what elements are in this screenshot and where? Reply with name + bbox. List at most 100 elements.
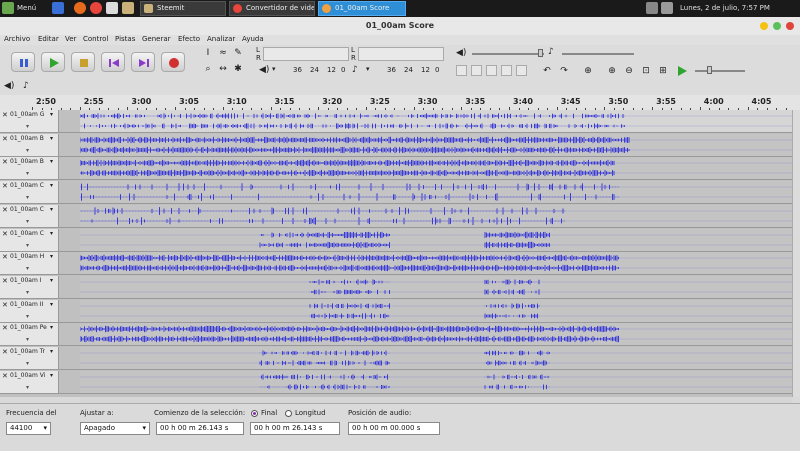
fit-project-icon[interactable]: ⊞ [656, 65, 670, 77]
terminal-icon[interactable] [106, 2, 118, 14]
sync-lock-icon[interactable]: ⊕ [581, 65, 595, 77]
playback-meter[interactable] [358, 47, 444, 61]
chevron-down-icon[interactable]: ▾ [50, 372, 53, 379]
track-control-panel[interactable]: ✕ 01_00am Vi ▾ ▾ [0, 370, 59, 393]
track-name[interactable]: 01_00am H [10, 253, 50, 261]
track-name[interactable]: 01_00am Vi [10, 372, 50, 380]
track-control-panel[interactable]: ✕ 01_00am G ▾ ▾ [0, 110, 59, 132]
network-icon[interactable] [646, 2, 658, 14]
menu-button-label[interactable]: Menú [17, 4, 36, 12]
record-meter[interactable] [263, 47, 349, 61]
menu-control[interactable]: Control [83, 35, 108, 43]
close-icon[interactable]: ✕ [2, 277, 8, 285]
track-control-panel[interactable]: ✕ 01_00am B ▾ ▾ [0, 157, 59, 180]
cut-icon[interactable] [456, 65, 467, 76]
waveform-area[interactable] [80, 275, 792, 298]
chevron-down-icon[interactable]: ▾ [50, 111, 53, 118]
menu-efecto[interactable]: Efecto [178, 35, 200, 43]
selection-tool-icon[interactable]: I [201, 47, 215, 59]
project-rate-select[interactable]: 44100 ▾ [6, 422, 51, 435]
selection-start-field[interactable]: 00 h 00 m 26.143 s [156, 422, 244, 435]
track-name[interactable]: 01_00am C [10, 206, 50, 214]
track-name[interactable]: 01_00am B [10, 135, 50, 143]
menu-pistas[interactable]: Pistas [115, 35, 135, 43]
audio-track[interactable]: ✕ 01_00am Vi ▾ ▾ [0, 370, 792, 394]
track-control-panel[interactable]: ✕ 01_00am II ▾ ▾ [0, 299, 59, 322]
task-converter[interactable]: Convertidor de vide... [229, 1, 315, 16]
microphone-icon[interactable]: ♪ [23, 81, 29, 91]
maximize-icon[interactable] [773, 22, 781, 30]
timeline-ruler[interactable]: 2:50 2:55 3:00 3:05 3:10 3:15 3:20 3:25 3:30 3:35… [0, 95, 800, 111]
track-control-panel[interactable]: ✕ 01_00am C ▾ ▾ [0, 181, 59, 204]
record-button[interactable] [161, 52, 185, 72]
play-speed-slider[interactable] [695, 70, 745, 72]
record-volume-slider[interactable] [562, 53, 634, 55]
track-name[interactable]: 01_00am Pe [10, 324, 50, 332]
collapse-icon[interactable]: ▾ [26, 265, 29, 272]
waveform-area[interactable] [80, 347, 792, 369]
audio-position-field[interactable]: 00 h 00 m 00.000 s [348, 422, 440, 435]
minimize-icon[interactable] [760, 22, 768, 30]
speaker-icon[interactable]: ◀) [259, 65, 269, 75]
menu-archivo[interactable]: Archivo [4, 35, 30, 43]
stop-button[interactable] [71, 52, 95, 72]
track-name[interactable]: 01_00am B [10, 158, 50, 166]
chevron-down-icon[interactable]: ▾ [366, 65, 370, 73]
track-control-panel[interactable]: ✕ 01_00am B ▾ ▾ [0, 133, 59, 156]
playback-volume-slider[interactable] [472, 53, 544, 55]
chevron-down-icon[interactable]: ▾ [50, 348, 53, 355]
chrome-icon[interactable] [90, 2, 102, 14]
waveform-area[interactable] [80, 133, 792, 156]
waveform-area[interactable] [80, 299, 792, 322]
track-control-panel[interactable]: ✕ 01_00am Tr ▾ ▾ [0, 347, 59, 369]
task-audacity[interactable]: 01_00am Score [318, 1, 406, 16]
trim-icon[interactable] [501, 65, 512, 76]
mint-menu-icon[interactable] [2, 2, 14, 14]
fit-selection-icon[interactable]: ⊡ [639, 65, 653, 77]
slider-knob[interactable] [707, 66, 712, 74]
microphone-icon[interactable]: ♪ [352, 65, 358, 75]
chevron-down-icon[interactable]: ▾ [50, 277, 53, 284]
waveform-area[interactable] [80, 110, 792, 132]
speaker-icon[interactable]: ◀) [4, 81, 14, 91]
audio-track[interactable]: ✕ 01_00am G ▾ ▾ [0, 110, 792, 133]
close-icon[interactable]: ✕ [2, 348, 8, 356]
close-icon[interactable]: ✕ [2, 230, 8, 238]
waveform-area[interactable] [80, 228, 792, 251]
close-icon[interactable]: ✕ [2, 372, 8, 380]
collapse-icon[interactable]: ▾ [26, 360, 29, 367]
show-desktop-icon[interactable] [52, 2, 64, 14]
collapse-icon[interactable]: ▾ [26, 218, 29, 225]
track-control-panel[interactable]: ✕ 01_00am I ▾ ▾ [0, 275, 59, 298]
chevron-down-icon[interactable]: ▾ [272, 65, 276, 73]
chevron-down-icon[interactable]: ▾ [50, 253, 53, 260]
chevron-down-icon[interactable]: ▾ [50, 135, 53, 142]
envelope-tool-icon[interactable]: ≈ [216, 47, 230, 59]
play-at-speed-icon[interactable] [676, 65, 688, 79]
chevron-down-icon[interactable]: ▾ [50, 230, 53, 237]
chevron-down-icon[interactable]: ▾ [50, 158, 53, 165]
copy-icon[interactable] [471, 65, 482, 76]
chevron-down-icon[interactable]: ▾ [50, 324, 53, 331]
close-icon[interactable]: ✕ [2, 135, 8, 143]
close-icon[interactable]: ✕ [2, 324, 8, 332]
audio-track[interactable]: ✕ 01_00am B ▾ ▾ [0, 133, 792, 157]
waveform-area[interactable] [80, 323, 792, 346]
timeshift-tool-icon[interactable]: ↔ [216, 63, 230, 75]
track-control-panel[interactable]: ✕ 01_00am Pe ▾ ▾ [0, 323, 59, 346]
skip-end-button[interactable] [131, 52, 155, 72]
collapse-icon[interactable]: ▾ [26, 313, 29, 320]
folder-icon[interactable] [122, 2, 134, 14]
silence-icon[interactable] [516, 65, 527, 76]
track-control-panel[interactable]: ✕ 01_00am C ▾ ▾ [0, 228, 59, 251]
waveform-area[interactable] [80, 204, 792, 227]
chevron-down-icon[interactable]: ▾ [50, 182, 53, 189]
collapse-icon[interactable]: ▾ [26, 384, 29, 391]
firefox-icon[interactable] [74, 2, 86, 14]
paste-icon[interactable] [486, 65, 497, 76]
undo-icon[interactable]: ↶ [540, 65, 554, 77]
collapse-icon[interactable]: ▾ [26, 123, 29, 130]
close-icon[interactable]: ✕ [2, 111, 8, 119]
collapse-icon[interactable]: ▾ [26, 170, 29, 177]
track-name[interactable]: 01_00am II [10, 301, 50, 309]
